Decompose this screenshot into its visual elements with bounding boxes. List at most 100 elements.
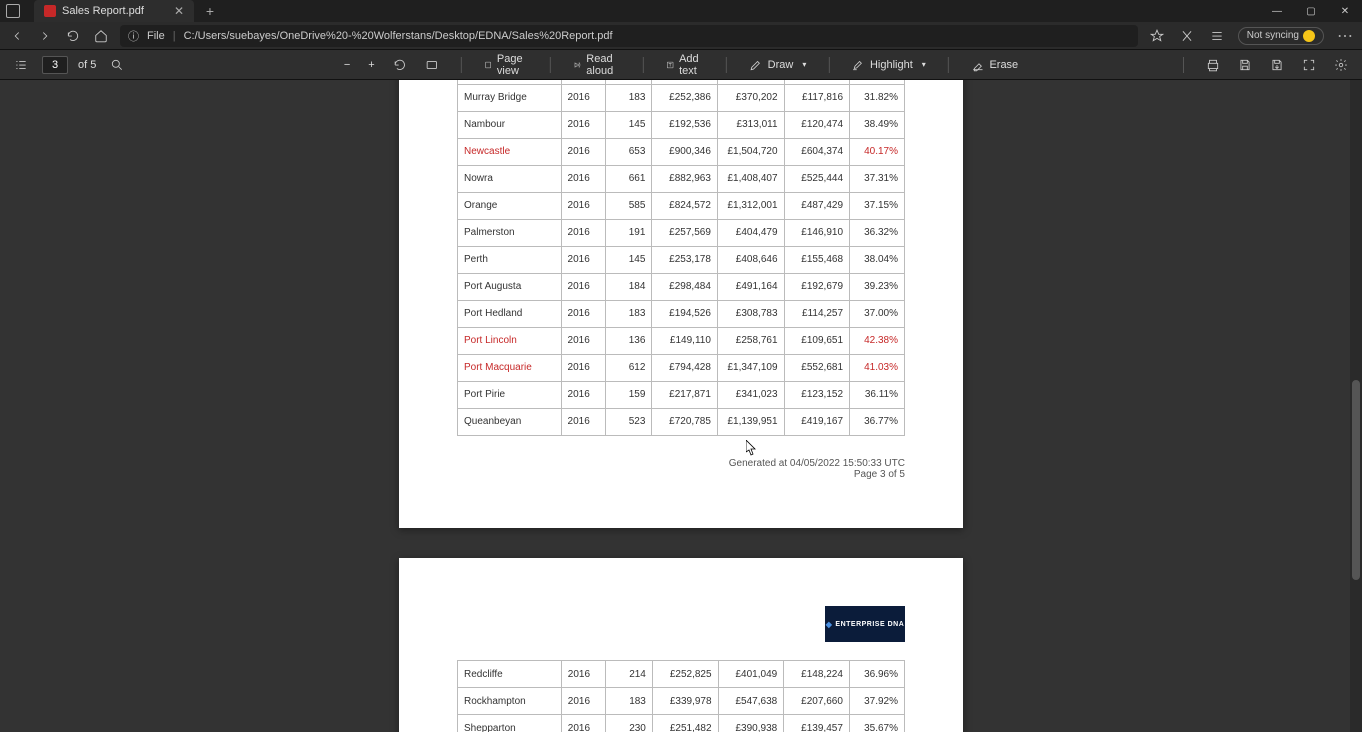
cell-amount1: £252,386 <box>652 84 718 111</box>
add-text-button[interactable]: Add text <box>661 50 708 80</box>
collections-icon[interactable] <box>1208 27 1226 45</box>
cell-city: Palmerston <box>458 219 562 246</box>
browser-tab[interactable]: Sales Report.pdf ✕ <box>34 0 194 22</box>
sync-label: Not syncing <box>1247 30 1299 41</box>
cell-amount2: £1,139,951 <box>717 408 784 435</box>
cell-year: 2016 <box>561 688 605 715</box>
pdf-toolbar: of 5 − + Page view Read aloud Add text D… <box>0 50 1362 80</box>
fullscreen-button[interactable] <box>1298 55 1320 75</box>
cell-qty: 214 <box>606 661 653 688</box>
forward-button[interactable] <box>36 27 54 45</box>
table-row: Shepparton2016230£251,482£390,938£139,45… <box>458 715 905 732</box>
read-aloud-button[interactable]: Read aloud <box>569 50 625 80</box>
cell-amount2: £491,164 <box>717 273 784 300</box>
cell-amount3: £123,152 <box>784 381 850 408</box>
cell-amount3: £120,474 <box>784 111 850 138</box>
cell-pct: 31.82% <box>850 84 905 111</box>
cell-amount1: £149,110 <box>652 327 718 354</box>
cell-year: 2016 <box>561 138 605 165</box>
tab-title: Sales Report.pdf <box>62 5 144 17</box>
cell-amount3: £146,910 <box>784 219 850 246</box>
cell-amount1: £192,536 <box>652 111 718 138</box>
cell-pct: 36.77% <box>850 408 905 435</box>
cell-amount2: £390,938 <box>718 715 784 732</box>
cell-pct: 41.03% <box>850 354 905 381</box>
cell-amount2: £370,202 <box>717 84 784 111</box>
cell-amount1: £217,871 <box>652 381 718 408</box>
table-row: Newcastle2016653£900,346£1,504,720£604,3… <box>458 138 905 165</box>
sales-table-continued: Redcliffe2016214£252,825£401,049£148,224… <box>457 660 905 732</box>
menu-button[interactable]: ⋯ <box>1336 27 1354 45</box>
cell-amount3: £139,457 <box>784 715 850 732</box>
back-button[interactable] <box>8 27 26 45</box>
cell-year: 2016 <box>561 354 605 381</box>
table-row: Port Augusta2016184£298,484£491,164£192,… <box>458 273 905 300</box>
cell-city: Queanbeyan <box>458 408 562 435</box>
page-number-input[interactable] <box>42 56 68 74</box>
cell-amount3: £192,679 <box>784 273 850 300</box>
close-window-button[interactable]: ✕ <box>1328 0 1362 22</box>
rotate-button[interactable] <box>389 55 411 75</box>
save-as-button[interactable] <box>1266 55 1288 75</box>
cell-amount2: £308,783 <box>717 300 784 327</box>
cell-city: Port Macquarie <box>458 354 562 381</box>
cell-year: 2016 <box>561 715 605 732</box>
erase-button[interactable]: Erase <box>966 55 1022 75</box>
read-mode-icon[interactable] <box>1178 27 1196 45</box>
new-tab-button[interactable]: + <box>200 3 220 19</box>
highlight-button[interactable]: Highlight▾ <box>847 55 930 75</box>
refresh-button[interactable] <box>64 27 82 45</box>
tab-actions-icon[interactable] <box>6 4 20 18</box>
minimize-button[interactable]: — <box>1260 0 1294 22</box>
enterprise-dna-logo: ENTERPRISE DNA <box>825 606 905 642</box>
cell-amount3: £419,167 <box>784 408 850 435</box>
cell-amount3: £155,468 <box>784 246 850 273</box>
pdf-viewer[interactable]: Mount Isa2016392Murray Bridge2016183£252… <box>0 80 1362 732</box>
cell-amount3: £207,660 <box>784 688 850 715</box>
tab-close-button[interactable]: ✕ <box>174 4 184 18</box>
vertical-scrollbar[interactable] <box>1350 80 1362 732</box>
info-icon: ⓘ <box>128 28 139 44</box>
cell-year: 2016 <box>561 219 605 246</box>
cell-amount2: £404,479 <box>717 219 784 246</box>
maximize-button[interactable]: ▢ <box>1294 0 1328 22</box>
cell-pct: 38.04% <box>850 246 905 273</box>
table-row: Rockhampton2016183£339,978£547,638£207,6… <box>458 688 905 715</box>
scrollbar-thumb[interactable] <box>1352 380 1360 580</box>
find-button[interactable] <box>106 55 128 75</box>
cell-amount1: £720,785 <box>652 408 718 435</box>
contents-button[interactable] <box>10 55 32 75</box>
home-button[interactable] <box>92 27 110 45</box>
cell-pct: 38.49% <box>850 111 905 138</box>
save-button[interactable] <box>1234 55 1256 75</box>
fit-page-button[interactable] <box>421 55 443 75</box>
cell-qty: 159 <box>605 381 651 408</box>
cell-amount1: £794,428 <box>652 354 718 381</box>
cell-qty: 653 <box>605 138 651 165</box>
table-row: Port Pirie2016159£217,871£341,023£123,15… <box>458 381 905 408</box>
cell-city: Newcastle <box>458 138 562 165</box>
cell-city: Rockhampton <box>458 688 562 715</box>
cell-city: Nowra <box>458 165 562 192</box>
zoom-in-button[interactable]: + <box>364 56 378 74</box>
profile-icon <box>1303 30 1315 42</box>
zoom-out-button[interactable]: − <box>340 56 354 74</box>
print-button[interactable] <box>1202 55 1224 75</box>
table-row: Queanbeyan2016523£720,785£1,139,951£419,… <box>458 408 905 435</box>
cell-city: Port Augusta <box>458 273 562 300</box>
url-input[interactable]: ⓘ File | C:/Users/suebayes/OneDrive%20-%… <box>120 25 1138 47</box>
page-view-button[interactable]: Page view <box>479 50 532 80</box>
settings-button[interactable] <box>1330 55 1352 75</box>
favorites-icon[interactable] <box>1148 27 1166 45</box>
cell-amount3: £525,444 <box>784 165 850 192</box>
draw-button[interactable]: Draw▾ <box>745 55 811 75</box>
cell-amount3: £117,816 <box>784 84 850 111</box>
cell-year: 2016 <box>561 327 605 354</box>
cell-city: Orange <box>458 192 562 219</box>
sync-button[interactable]: Not syncing <box>1238 27 1324 45</box>
cell-city: Port Pirie <box>458 381 562 408</box>
cell-amount1: £251,482 <box>652 715 718 732</box>
cell-amount2: £408,646 <box>717 246 784 273</box>
cell-amount1: £298,484 <box>652 273 718 300</box>
cell-amount3: £552,681 <box>784 354 850 381</box>
